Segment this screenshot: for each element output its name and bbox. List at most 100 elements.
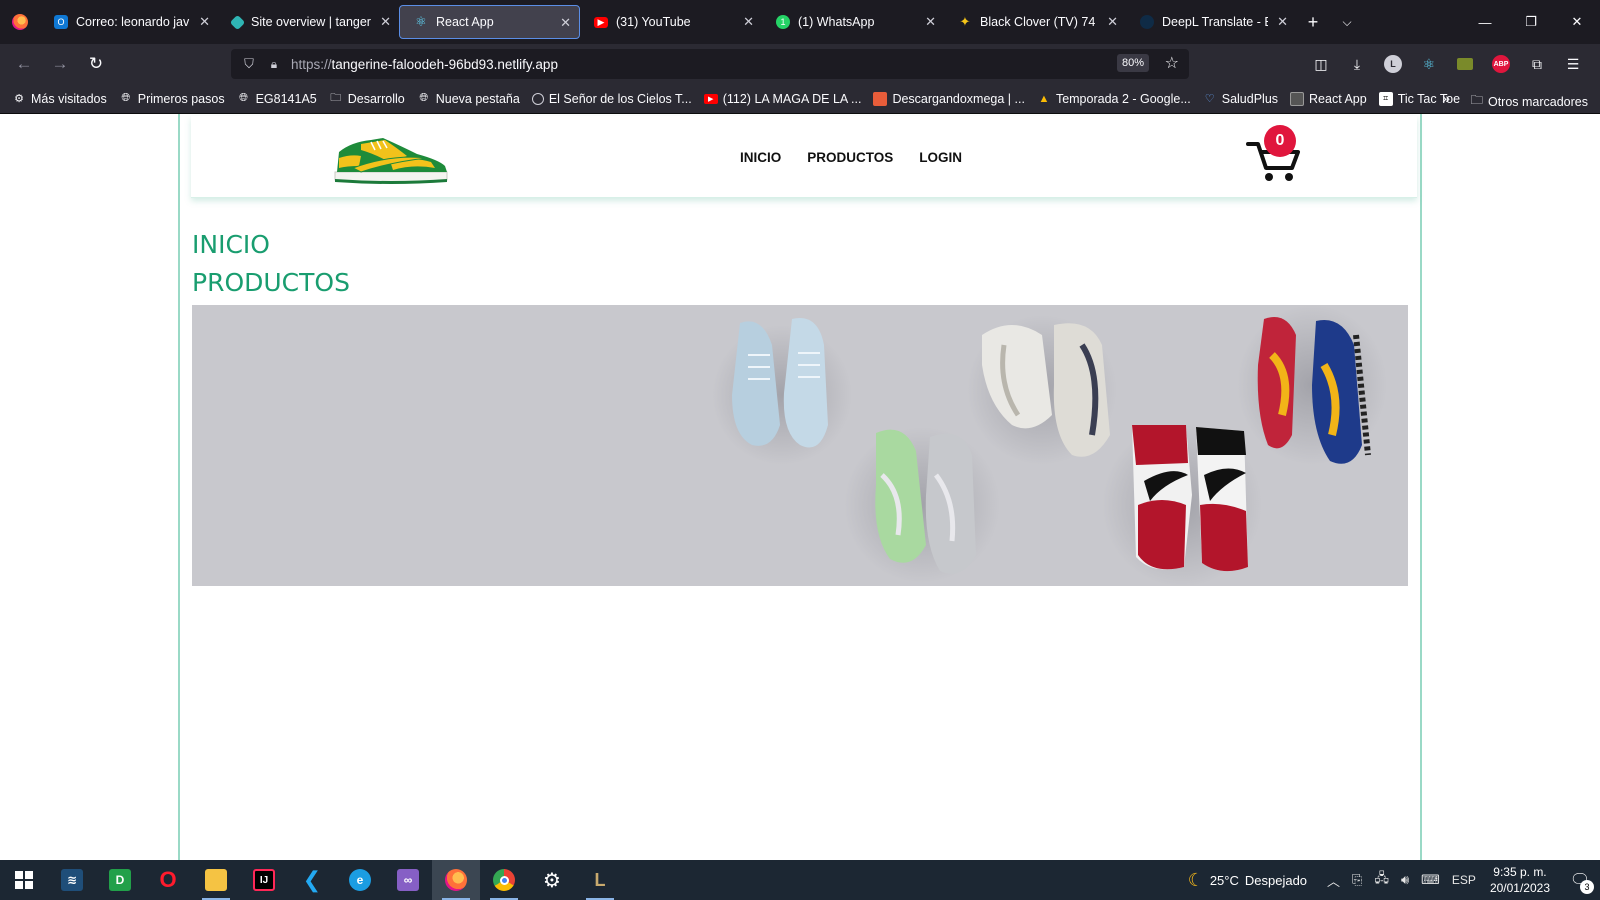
- league-icon: L: [594, 869, 606, 890]
- other-bookmarks[interactable]: 🗀︎ Otros marcadores: [1470, 91, 1588, 112]
- folder-icon: 🗀︎: [330, 92, 342, 104]
- chrome-icon: [493, 869, 515, 891]
- nav-link-productos[interactable]: PRODUCTOS: [807, 150, 893, 165]
- adblock-icon[interactable]: ABP: [1486, 49, 1516, 79]
- tab-deepl[interactable]: DeepL Translate - El mej ✕: [1126, 5, 1296, 39]
- close-window-icon[interactable]: ✕: [1554, 0, 1600, 44]
- minimize-icon[interactable]: —: [1462, 0, 1508, 44]
- meeting-icon[interactable]: ⎘: [1352, 872, 1362, 888]
- bookmarks-bar: ⚙ Más visitados 🌐︎ Primeros pasos 🌐︎ EG8141…: [0, 84, 1600, 114]
- bookmark-item[interactable]: ⚙ Más visitados: [12, 92, 107, 106]
- restore-icon[interactable]: ❐: [1508, 0, 1554, 44]
- notification-count: 3: [1580, 880, 1594, 894]
- url-bar[interactable]: ⛉ 🔒︎ https://tangerine-faloodeh-96bd93.n…: [231, 49, 1189, 79]
- react-devtools-icon[interactable]: ⚛: [1414, 49, 1444, 79]
- close-icon[interactable]: ✕: [560, 15, 571, 31]
- reload-icon[interactable]: ↻: [78, 44, 114, 84]
- bookmark-item[interactable]: 🌐︎ EG8141A5: [237, 92, 317, 106]
- bookmark-item[interactable]: React App: [1290, 91, 1367, 106]
- taskbar-league[interactable]: L: [576, 860, 624, 900]
- new-tab-icon[interactable]: +: [1296, 12, 1330, 33]
- close-icon[interactable]: ✕: [199, 14, 210, 30]
- bookmark-label: Tic Tac Toe: [1397, 91, 1461, 106]
- bookmark-item[interactable]: 🗀︎ Desarrollo: [329, 91, 405, 106]
- bookmark-item[interactable]: Descargandoxmega | ...: [873, 91, 1025, 106]
- close-icon[interactable]: ✕: [1277, 14, 1288, 30]
- taskbar-chrome[interactable]: [480, 860, 528, 900]
- chevron-up-icon[interactable]: ︿: [1327, 871, 1340, 890]
- download-icon[interactable]: ⤓: [1342, 49, 1372, 79]
- nav-link-login[interactable]: LOGIN: [919, 150, 962, 165]
- tab-netlify[interactable]: Site overview | tangerine ✕: [218, 5, 399, 39]
- lock-icon[interactable]: 🔒︎: [263, 57, 285, 72]
- close-icon[interactable]: ✕: [743, 14, 754, 30]
- close-icon[interactable]: ✕: [1107, 14, 1118, 30]
- bookmark-item[interactable]: ▶ (112) LA MAGA DE LA ...: [703, 91, 862, 106]
- keyboard-icon[interactable]: ⌨: [1421, 872, 1440, 888]
- back-icon[interactable]: ←: [6, 44, 42, 84]
- taskbar-intellij[interactable]: IJ: [240, 860, 288, 900]
- folder-icon: 🗀︎: [1470, 93, 1483, 107]
- notifications-icon[interactable]: 🗨︎ 3: [1560, 860, 1600, 900]
- extensions-puzzle-icon[interactable]: ⧉: [1522, 49, 1552, 79]
- taskbar-file-explorer[interactable]: [192, 860, 240, 900]
- hamburger-menu-icon[interactable]: ☰: [1558, 49, 1588, 79]
- taskbar-mysql-workbench[interactable]: ≋: [48, 860, 96, 900]
- nav-link-inicio[interactable]: INICIO: [740, 150, 781, 165]
- globe-icon: 🌐︎: [239, 92, 248, 104]
- outlook-icon: O: [54, 15, 68, 29]
- nav-toolbar: ← → ↻ ⛉ 🔒︎ https://tangerine-faloodeh-96…: [0, 44, 1600, 84]
- close-icon[interactable]: ✕: [925, 14, 936, 30]
- bookmark-item[interactable]: ♡ SaludPlus: [1203, 92, 1278, 106]
- network-icon[interactable]: 🖧︎: [1374, 869, 1389, 891]
- windows-start-icon[interactable]: [0, 860, 48, 900]
- more-bookmarks-icon[interactable]: »: [1442, 90, 1450, 106]
- datagrip-icon: D: [109, 869, 131, 891]
- tab-whatsapp[interactable]: 1 (1) WhatsApp ✕: [762, 5, 944, 39]
- shield-icon[interactable]: ⛉: [235, 56, 263, 72]
- taskbar-datagrip[interactable]: D: [96, 860, 144, 900]
- deepl-icon: [1140, 15, 1154, 29]
- site-icon: [531, 92, 544, 105]
- clock[interactable]: 9:35 p. m. 20/01/2023: [1490, 864, 1550, 896]
- account-icon[interactable]: L: [1378, 49, 1408, 79]
- language-indicator[interactable]: ESP: [1452, 873, 1476, 887]
- list-all-tabs-icon[interactable]: ⌵: [1330, 15, 1364, 30]
- zoom-indicator[interactable]: 80%: [1116, 54, 1149, 72]
- taskbar-opera[interactable]: O: [144, 860, 192, 900]
- forward-icon[interactable]: →: [42, 44, 78, 84]
- bookmark-label: Desarrollo: [347, 91, 405, 106]
- tab-label: Black Clover (TV) 74 Sub: [980, 15, 1098, 29]
- sneaker-green-grey: [844, 427, 1000, 583]
- taskbar-edge[interactable]: e: [336, 860, 384, 900]
- youtube-icon: ▶: [594, 16, 608, 28]
- sneaker-logo[interactable]: [331, 128, 451, 186]
- tab-outlook[interactable]: O Correo: leonardo javier l ✕: [40, 5, 218, 39]
- clock-time: 9:35 p. m.: [1493, 865, 1547, 879]
- products-banner-image: [192, 305, 1408, 586]
- weather-widget[interactable]: ☾ 25°C Despejado: [1188, 870, 1307, 891]
- taskbar-visual-studio[interactable]: ∞: [384, 860, 432, 900]
- taskbar-settings[interactable]: ⚙: [528, 860, 576, 900]
- tab-youtube[interactable]: ▶ (31) YouTube ✕: [580, 5, 762, 39]
- cart-count-badge: 0: [1264, 125, 1296, 157]
- volume-icon[interactable]: 🔊︎: [1401, 872, 1409, 888]
- bookmark-star-icon[interactable]: ☆: [1165, 53, 1179, 73]
- bookmark-item[interactable]: ▲ Temporada 2 - Google...: [1037, 92, 1190, 106]
- taskbar-vscode[interactable]: ❮: [288, 860, 336, 900]
- taskbar-firefox[interactable]: [432, 860, 480, 900]
- weather-desc: Despejado: [1244, 872, 1308, 888]
- bookmark-item[interactable]: El Señor de los Cielos T...: [531, 92, 692, 106]
- firefox-menu-icon[interactable]: [0, 0, 40, 44]
- tab-label: (31) YouTube: [616, 15, 691, 29]
- tab-react-app[interactable]: ⚛ React App ✕: [399, 5, 580, 39]
- close-icon[interactable]: ✕: [380, 14, 391, 30]
- bookmark-item[interactable]: 🌐︎ Primeros pasos: [119, 92, 224, 106]
- sneaker-white: [967, 315, 1117, 465]
- url-text[interactable]: https://tangerine-faloodeh-96bd93.netlif…: [291, 57, 558, 72]
- tab-black-clover[interactable]: ✦ Black Clover (TV) 74 Sub ✕: [944, 5, 1126, 39]
- bookmark-label: (112) LA MAGA DE LA ...: [722, 91, 862, 106]
- bookmark-item[interactable]: 🌐︎ Nueva pestaña: [417, 92, 520, 106]
- pocket-icon[interactable]: ◫: [1306, 49, 1336, 79]
- extension-icon[interactable]: [1450, 49, 1480, 79]
